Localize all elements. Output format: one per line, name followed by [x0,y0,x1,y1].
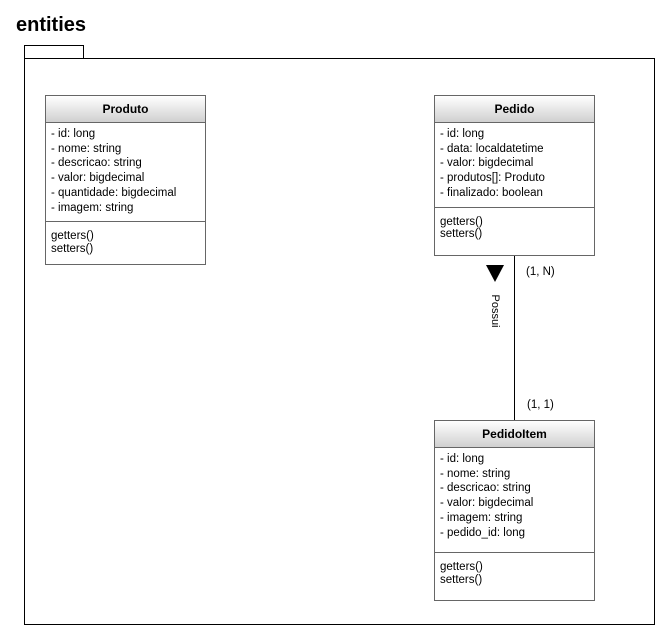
multiplicity-bottom: (1, 1) [527,399,554,411]
multiplicity-top: (1, N) [526,266,555,278]
relation-connector [486,256,515,420]
relation-label: Possui [489,294,501,328]
direction-arrow-icon [486,265,504,282]
